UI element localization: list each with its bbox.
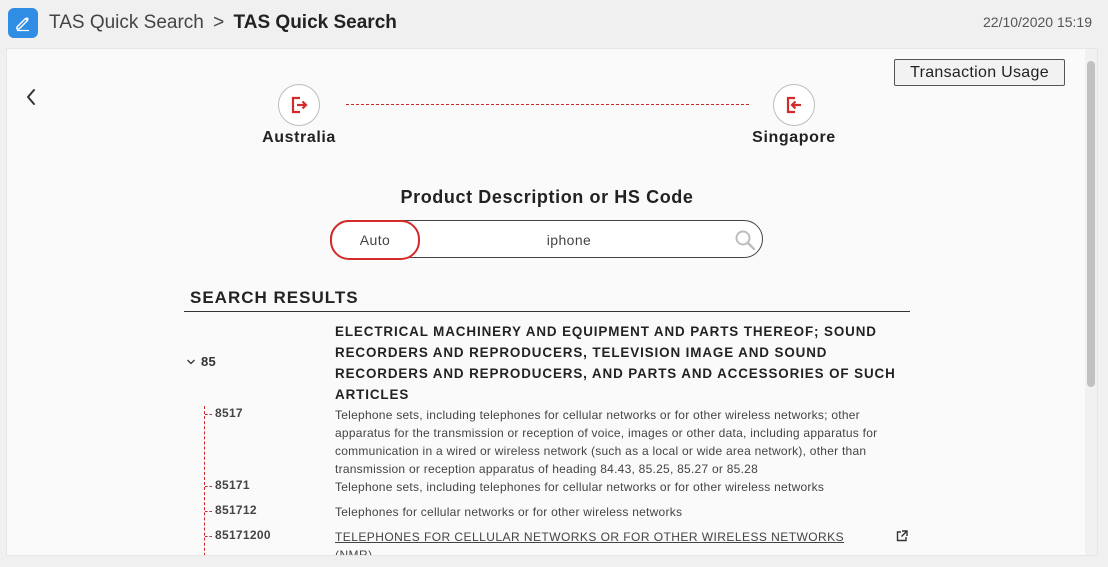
origin-country: Australia xyxy=(262,129,336,146)
tree-connector xyxy=(205,414,212,415)
scrollbar-thumb[interactable] xyxy=(1087,61,1095,387)
item-code: 85171 xyxy=(215,478,250,492)
edit-icon[interactable] xyxy=(8,8,38,38)
tree-connector xyxy=(205,536,212,537)
tree-connector xyxy=(205,486,212,487)
destination-country: Singapore xyxy=(752,129,836,146)
search-box: Auto xyxy=(330,220,763,260)
chevron-down-icon xyxy=(187,359,195,364)
search-input[interactable] xyxy=(427,225,711,255)
item-description: Telephone sets, including telephones for… xyxy=(335,408,878,476)
tree-line xyxy=(204,406,205,555)
main-panel: Transaction Usage Australia Singapore Pr… xyxy=(6,48,1098,556)
transaction-usage-button[interactable]: Transaction Usage xyxy=(894,59,1065,86)
breadcrumb-root[interactable]: TAS Quick Search xyxy=(49,12,204,33)
chevron-left-icon[interactable] xyxy=(21,85,41,109)
item-code: 85171200 xyxy=(215,528,271,542)
results-title: SEARCH RESULTS xyxy=(190,288,359,307)
heading-description: ELECTRICAL MACHINERY AND EQUIPMENT AND P… xyxy=(335,324,896,402)
divider xyxy=(184,311,910,312)
item-description: Telephone sets, including telephones for… xyxy=(335,480,825,494)
top-bar: TAS Quick Search > TAS Quick Search 22/1… xyxy=(0,0,1108,46)
item-code: 851712 xyxy=(215,503,257,517)
search-mode-toggle[interactable]: Auto xyxy=(330,220,420,260)
breadcrumb-separator: > xyxy=(213,12,225,33)
tree-connector xyxy=(205,511,212,512)
item-link[interactable]: TELEPHONES FOR CELLULAR NETWORKS OR FOR … xyxy=(335,528,875,555)
import-icon[interactable] xyxy=(773,84,815,126)
search-icon[interactable] xyxy=(734,229,756,251)
item-code: 8517 xyxy=(215,406,243,420)
route-line xyxy=(346,104,749,105)
breadcrumb: TAS Quick Search > TAS Quick Search xyxy=(49,12,397,34)
datetime: 22/10/2020 15:19 xyxy=(983,14,1092,30)
heading-toggle[interactable]: 85 xyxy=(186,354,216,369)
external-link-icon[interactable] xyxy=(895,529,909,543)
export-icon[interactable] xyxy=(278,84,320,126)
breadcrumb-current: TAS Quick Search xyxy=(233,12,397,33)
heading-code: 85 xyxy=(201,354,217,369)
scrollbar[interactable] xyxy=(1085,49,1097,555)
search-title: Product Description or HS Code xyxy=(400,187,694,207)
item-description: Telephones for cellular networks or for … xyxy=(335,505,683,519)
